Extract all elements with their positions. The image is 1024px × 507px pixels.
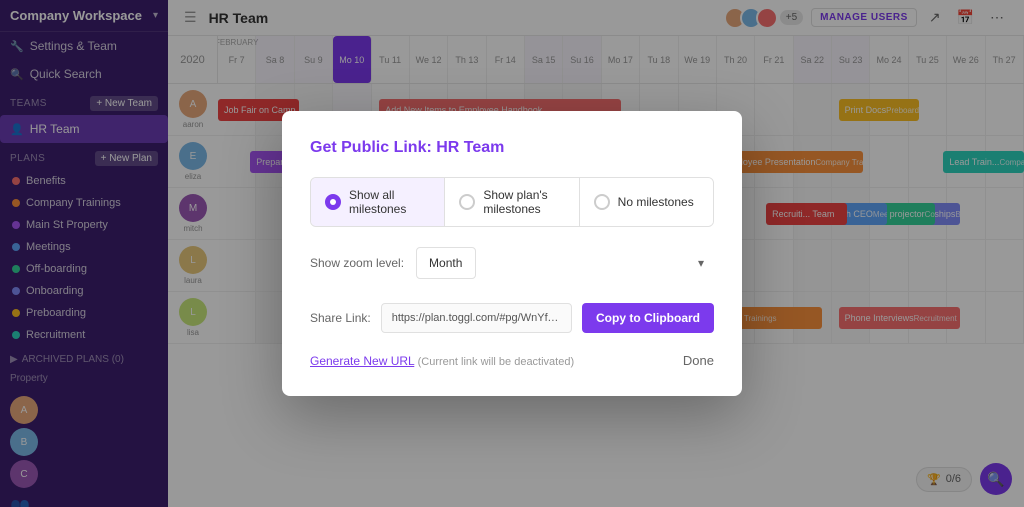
radio-circle-plan xyxy=(459,194,475,210)
share-label: Share Link: xyxy=(310,311,371,325)
done-button[interactable]: Done xyxy=(683,353,714,368)
radio-circle-all xyxy=(325,194,341,210)
modal-team-name: HR Team xyxy=(436,139,504,156)
modal-title-text: Get Public Link: xyxy=(310,139,436,156)
modal-title: Get Public Link: HR Team xyxy=(310,139,714,157)
radio-no-milestones[interactable]: No milestones xyxy=(580,178,713,226)
copy-to-clipboard-button[interactable]: Copy to Clipboard xyxy=(582,303,714,333)
share-row: Share Link: https://plan.toggl.com/#pg/W… xyxy=(310,303,714,333)
radio-all-label: Show all milestones xyxy=(349,188,430,216)
radio-plan-milestones[interactable]: Show plan's milestones xyxy=(445,178,579,226)
modal: Get Public Link: HR Team Show all milest… xyxy=(282,111,742,396)
zoom-label: Show zoom level: xyxy=(310,256,404,270)
deactivate-note: (Current link will be deactivated) xyxy=(418,356,575,368)
radio-group: Show all milestones Show plan's mileston… xyxy=(310,177,714,227)
zoom-select[interactable]: Month Week Day xyxy=(416,247,476,279)
radio-none-label: No milestones xyxy=(618,195,694,209)
radio-plan-label: Show plan's milestones xyxy=(483,188,564,216)
app-container: Company Workspace ▾ 🔧 Settings & Team 🔍 … xyxy=(0,0,1024,507)
modal-overlay[interactable]: Get Public Link: HR Team Show all milest… xyxy=(0,0,1024,507)
zoom-row: Show zoom level: Month Week Day xyxy=(310,247,714,279)
modal-footer: Generate New URL (Current link will be d… xyxy=(310,353,714,368)
generate-new-url-link[interactable]: Generate New URL xyxy=(310,354,414,368)
share-link-display: https://plan.toggl.com/#pg/WnYffOBdLP02e… xyxy=(381,303,572,333)
modal-footer-left: Generate New URL (Current link will be d… xyxy=(310,354,574,368)
radio-circle-none xyxy=(594,194,610,210)
zoom-select-wrapper: Month Week Day xyxy=(416,247,714,279)
radio-all-milestones[interactable]: Show all milestones xyxy=(311,178,445,226)
